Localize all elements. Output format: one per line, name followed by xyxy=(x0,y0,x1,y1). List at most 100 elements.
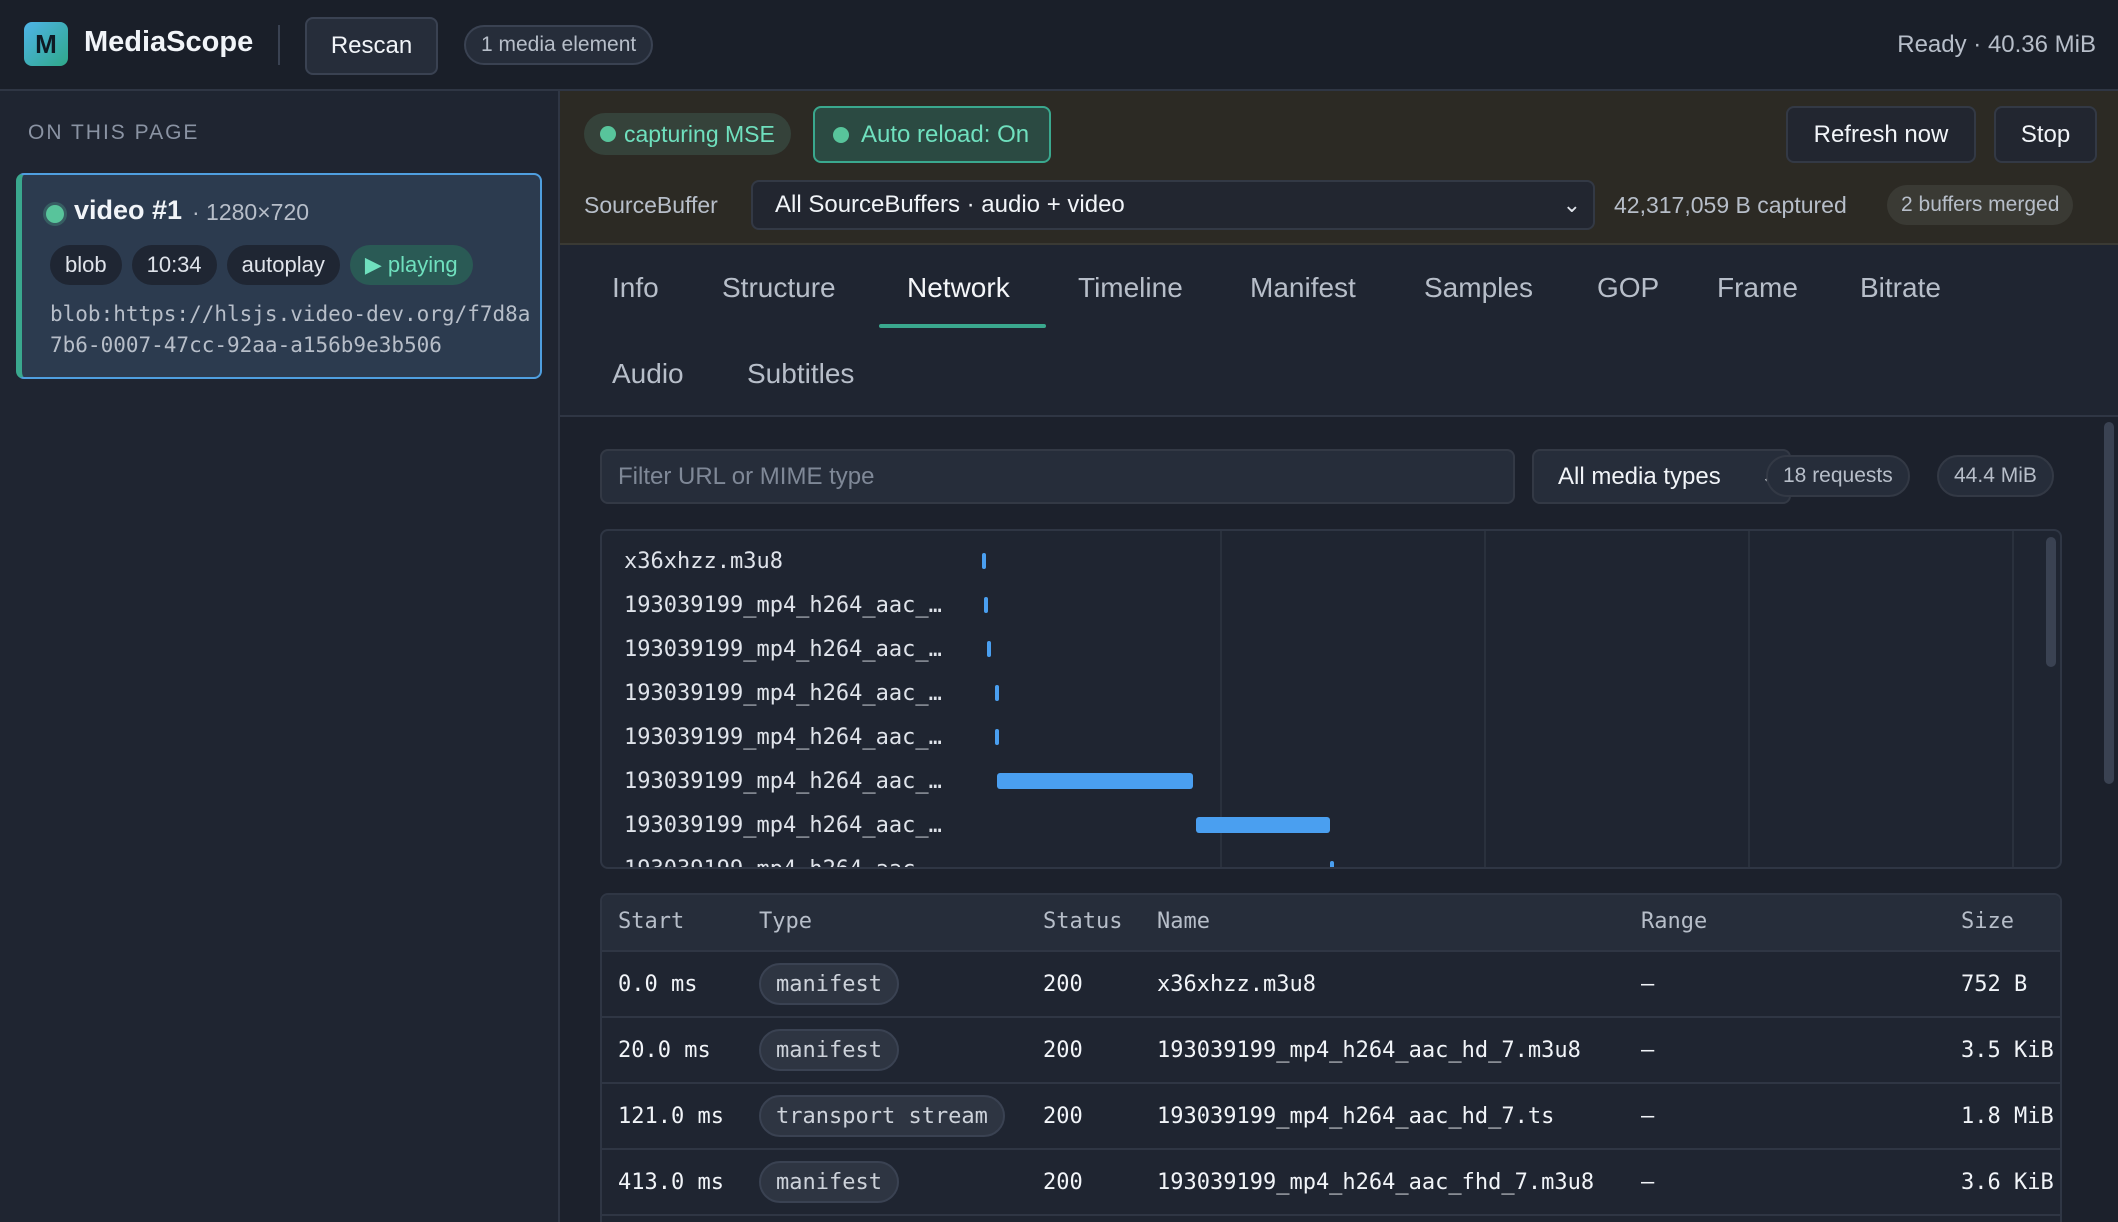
sidebar: ON THIS PAGE video #1 · 1280×720 blob 10… xyxy=(0,91,560,1222)
waterfall-row[interactable]: 193039199_mp4_h264_aac_… xyxy=(624,629,2044,673)
media-count-badge: 1 media element xyxy=(464,25,654,65)
tab-subtitles[interactable]: Subtitles xyxy=(747,331,854,417)
top-bar: M MediaScope Rescan 1 media element Read… xyxy=(0,0,2118,91)
tab-samples[interactable]: Samples xyxy=(1424,245,1533,331)
chip-playing: ▶ playing xyxy=(349,245,473,285)
cell-type-chip: manifest xyxy=(759,1161,899,1203)
cell-type-chip: transport stream xyxy=(759,1095,1005,1137)
cell-start: 413.0 ms xyxy=(618,1170,724,1195)
waterfall-chart: x36xhzz.m3u8 193039199_mp4_h264_aac_… 1930… xyxy=(600,529,2062,869)
waterfall-row-name: 193039199_mp4_h264_aac_… xyxy=(624,857,944,867)
waterfall-bar xyxy=(996,773,1194,789)
capture-bar: capturing MSE Auto reload: On Refresh no… xyxy=(560,91,2118,245)
waterfall-bar xyxy=(995,729,1000,745)
cell-size: 3.6 KiB xyxy=(1961,1170,2054,1195)
total-size-badge: 44.4 MiB xyxy=(1937,455,2054,497)
waterfall-row[interactable]: 193039199_mp4_h264_aac_… xyxy=(624,717,2044,761)
cell-start: 121.0 ms xyxy=(618,1104,724,1129)
media-card-video-1[interactable]: video #1 · 1280×720 blob 10:34 autoplay … xyxy=(16,173,542,379)
cell-type-chip: manifest xyxy=(759,963,899,1005)
rescan-button[interactable]: Rescan xyxy=(305,17,438,75)
table-row[interactable]: 20.0 ms manifest 200 193039199_mp4_h264_… xyxy=(602,1018,2060,1084)
media-card-url: blob:https://hlsjs.video-dev.org/f7d8a7b… xyxy=(50,302,531,357)
active-tab-indicator xyxy=(879,324,1046,328)
cell-size: 752 B xyxy=(1961,972,2028,997)
tab-audio[interactable]: Audio xyxy=(612,331,684,417)
cell-range: — xyxy=(1641,1104,1655,1129)
waterfall-bar xyxy=(984,597,989,613)
media-card-chips: blob 10:34 autoplay ▶ playing xyxy=(50,245,473,285)
tab-bar: Info Structure Network Timeline Manifest… xyxy=(560,245,2118,417)
tab-manifest[interactable]: Manifest xyxy=(1250,245,1356,331)
waterfall-row-name: 193039199_mp4_h264_aac_… xyxy=(624,637,942,662)
network-panel: All media types ⌄ 18 requests 44.4 MiB x… xyxy=(560,417,2118,1222)
chip-source: blob xyxy=(50,245,122,285)
waterfall-bar xyxy=(986,641,991,657)
capturing-badge: capturing MSE xyxy=(584,113,791,155)
app-title: MediaScope xyxy=(84,26,254,58)
media-card-resolution: · 1280×720 xyxy=(192,199,310,225)
cell-range: — xyxy=(1641,1170,1655,1195)
cell-name: x36xhzz.m3u8 xyxy=(1157,972,1316,997)
tab-gop[interactable]: GOP xyxy=(1597,245,1659,331)
main-scrollbar[interactable] xyxy=(2104,422,2114,784)
request-count-badge: 18 requests xyxy=(1766,455,1910,497)
waterfall-row[interactable]: x36xhzz.m3u8 xyxy=(624,541,2044,585)
cell-start: 0.0 ms xyxy=(618,972,698,997)
cell-range: — xyxy=(1641,972,1655,997)
waterfall-bar xyxy=(982,553,986,569)
tab-frame[interactable]: Frame xyxy=(1717,245,1798,331)
column-header-size[interactable]: Size xyxy=(1961,909,2014,934)
tab-info[interactable]: Info xyxy=(612,245,659,331)
waterfall-row-name: x36xhzz.m3u8 xyxy=(624,549,783,574)
waterfall-row[interactable]: 193039199_mp4_h264_aac_… xyxy=(624,805,2044,849)
waterfall-row-name: 193039199_mp4_h264_aac_… xyxy=(624,769,942,794)
table-row[interactable]: 413.0 ms manifest 200 193039199_mp4_h264… xyxy=(602,1150,2060,1216)
tab-bitrate[interactable]: Bitrate xyxy=(1860,245,1941,331)
column-header-type[interactable]: Type xyxy=(759,909,812,934)
chevron-down-icon: ⌄ xyxy=(1562,192,1581,217)
tab-timeline[interactable]: Timeline xyxy=(1078,245,1183,331)
sourcebuffer-label: SourceBuffer xyxy=(584,192,718,218)
tab-network[interactable]: Network xyxy=(907,245,1010,331)
auto-reload-toggle[interactable]: Auto reload: On xyxy=(813,106,1052,163)
cell-range: — xyxy=(1641,1038,1655,1063)
cell-size: 1.8 MiB xyxy=(1961,1104,2054,1129)
waterfall-scrollbar[interactable] xyxy=(2046,537,2056,667)
request-table: Start Type Status Name Range Size 0.0 ms… xyxy=(600,893,2062,1222)
cell-status: 200 xyxy=(1043,972,1083,997)
table-row[interactable]: 121.0 ms transport stream 200 193039199_… xyxy=(602,1084,2060,1150)
waterfall-bar xyxy=(1330,861,1334,867)
cell-start: 20.0 ms xyxy=(618,1038,711,1063)
sourcebuffer-select[interactable]: All SourceBuffers · audio + video ⌄ xyxy=(751,180,1595,230)
cell-status: 200 xyxy=(1043,1104,1083,1129)
waterfall-row[interactable]: 193039199_mp4_h264_aac_… xyxy=(624,849,2044,867)
waterfall-row[interactable]: 193039199_mp4_h264_aac_… xyxy=(624,673,2044,717)
cell-name: 193039199_mp4_h264_aac_hd_7.ts xyxy=(1157,1104,1555,1129)
cell-status: 200 xyxy=(1043,1170,1083,1195)
cell-status: 200 xyxy=(1043,1038,1083,1063)
refresh-now-button[interactable]: Refresh now xyxy=(1786,106,1976,163)
media-card-title: video #1 xyxy=(74,195,183,225)
waterfall-row-name: 193039199_mp4_h264_aac_… xyxy=(624,593,942,618)
stop-button[interactable]: Stop xyxy=(1994,106,2097,163)
waterfall-bar xyxy=(1195,817,1330,833)
divider xyxy=(278,25,280,65)
captured-bytes: 42,317,059 B captured xyxy=(1614,192,1847,218)
column-header-name[interactable]: Name xyxy=(1157,909,1210,934)
waterfall-bar xyxy=(995,685,1000,701)
column-header-status[interactable]: Status xyxy=(1043,909,1122,934)
column-header-start[interactable]: Start xyxy=(618,909,684,934)
cell-size: 3.5 KiB xyxy=(1961,1038,2054,1063)
cell-name: 193039199_mp4_h264_aac_fhd_7.m3u8 xyxy=(1157,1170,1595,1195)
column-header-range[interactable]: Range xyxy=(1641,909,1707,934)
filter-input[interactable] xyxy=(600,449,1515,504)
media-type-value: All media types xyxy=(1558,462,1721,490)
waterfall-row[interactable]: 193039199_mp4_h264_aac_… xyxy=(624,761,2044,805)
table-row[interactable]: 0.0 ms manifest 200 x36xhzz.m3u8 — 752 B xyxy=(602,952,2060,1018)
media-type-select[interactable]: All media types ⌄ xyxy=(1532,449,1791,504)
cell-type-chip: manifest xyxy=(759,1029,899,1071)
cell-name: 193039199_mp4_h264_aac_hd_7.m3u8 xyxy=(1157,1038,1581,1063)
tab-structure[interactable]: Structure xyxy=(722,245,836,331)
waterfall-row[interactable]: 193039199_mp4_h264_aac_… xyxy=(624,585,2044,629)
